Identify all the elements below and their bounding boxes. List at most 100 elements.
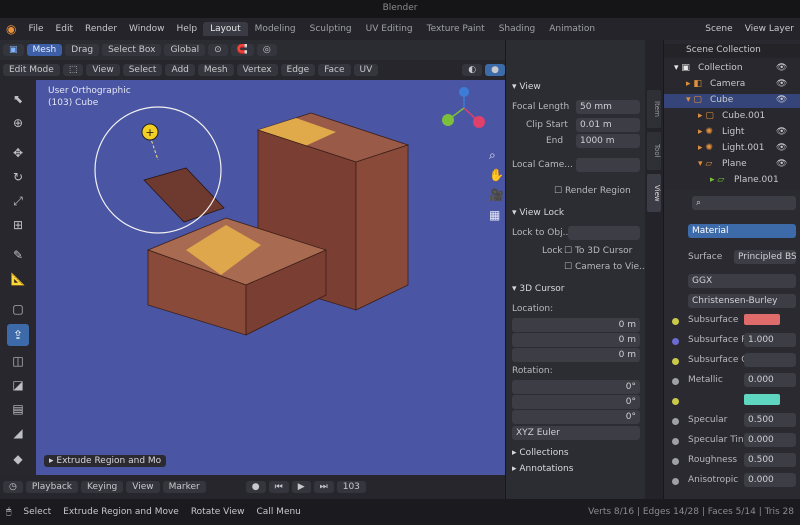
- outliner-item-cube[interactable]: ▾ ▢ Cube 👁: [664, 94, 800, 108]
- mode-mesh-button[interactable]: Mesh: [26, 44, 63, 56]
- inset-tool-icon[interactable]: ◫: [7, 350, 29, 372]
- tab-animation[interactable]: Animation: [542, 22, 602, 36]
- menu-add[interactable]: Add: [165, 64, 195, 76]
- menu-window[interactable]: Window: [123, 24, 171, 34]
- prop-row-value[interactable]: 1.000: [744, 333, 796, 347]
- lock-to-object-field[interactable]: [568, 226, 640, 240]
- timeline-view-menu[interactable]: View: [126, 481, 160, 493]
- eye-icon[interactable]: 👁: [776, 159, 787, 169]
- material-slot[interactable]: Material: [688, 224, 796, 238]
- knife-tool-icon[interactable]: ◢: [7, 422, 29, 444]
- overlay-icon[interactable]: ◐: [462, 64, 483, 76]
- menu-help[interactable]: Help: [171, 24, 204, 34]
- prop-row-value[interactable]: 0.500: [744, 453, 796, 467]
- collections-section-header[interactable]: ▸ Collections: [512, 448, 569, 458]
- operator-panel[interactable]: ▸ Extrude Region and Mo: [44, 455, 167, 467]
- menu-edge[interactable]: Edge: [280, 64, 316, 76]
- tab-modeling[interactable]: Modeling: [248, 22, 303, 36]
- rotation-y-field[interactable]: 0°: [512, 395, 640, 409]
- drag-select[interactable]: Drag: [65, 44, 100, 56]
- pan-hand-icon[interactable]: ✋: [489, 168, 504, 182]
- menu-render[interactable]: Render: [79, 24, 123, 34]
- extrude-tool-icon[interactable]: ⇪: [7, 324, 29, 346]
- menu-uv[interactable]: UV: [353, 64, 379, 76]
- tab-uv-editing[interactable]: UV Editing: [359, 22, 420, 36]
- eye-icon[interactable]: 👁: [776, 143, 787, 153]
- menu-select[interactable]: Select: [122, 64, 163, 76]
- render-region-checkbox[interactable]: ☐ Render Region: [554, 186, 631, 196]
- outliner-item-plane[interactable]: ▾ ▱ Plane 👁: [664, 158, 800, 172]
- properties-search-input[interactable]: ⌕: [692, 196, 796, 210]
- shading-solid-icon[interactable]: ●: [485, 64, 505, 76]
- location-x-field[interactable]: 0 m: [512, 318, 640, 332]
- prop-row-value[interactable]: 0.000: [744, 433, 796, 447]
- measure-tool-icon[interactable]: 📐: [7, 268, 29, 290]
- proportional-icon[interactable]: ◎: [256, 44, 277, 56]
- prop-row-value[interactable]: [744, 353, 796, 367]
- menu-view[interactable]: View: [86, 64, 120, 76]
- surface-shader-dropdown[interactable]: Principled BSDF: [734, 250, 796, 264]
- menu-mesh[interactable]: Mesh: [197, 64, 234, 76]
- jump-start-icon[interactable]: ⏮: [268, 481, 289, 493]
- tab-tool[interactable]: Tool: [647, 132, 661, 170]
- eye-icon[interactable]: 👁: [776, 127, 787, 137]
- marker-menu[interactable]: Marker: [162, 481, 206, 493]
- menu-vertex[interactable]: Vertex: [236, 64, 278, 76]
- poly-build-tool-icon[interactable]: ◆: [7, 448, 29, 470]
- outliner-item-collection[interactable]: ▾ ▣ Collection 👁: [664, 62, 800, 76]
- edit-mode-dropdown[interactable]: Edit Mode: [3, 64, 60, 76]
- annotations-section-header[interactable]: ▸ Annotations: [512, 464, 573, 474]
- subsurface-method-dropdown[interactable]: Christensen-Burley: [688, 294, 796, 308]
- tab-shading[interactable]: Shading: [492, 22, 543, 36]
- prop-row-value[interactable]: 0.000: [744, 373, 796, 387]
- menu-edit[interactable]: Edit: [50, 24, 79, 34]
- local-camera-field[interactable]: [576, 158, 640, 172]
- bevel-tool-icon[interactable]: ◪: [7, 374, 29, 396]
- loop-cut-tool-icon[interactable]: ▤: [7, 398, 29, 420]
- subsurface-color-swatch[interactable]: [744, 314, 780, 325]
- view-layer-selector[interactable]: View Layer: [739, 24, 800, 34]
- rotate-tool-icon[interactable]: ↻: [7, 166, 29, 188]
- play-icon[interactable]: ▶: [291, 481, 311, 493]
- outliner-item-cube-001[interactable]: ▸ ▢ Cube.001: [664, 110, 800, 124]
- editor-type-icon[interactable]: ▣: [3, 44, 24, 56]
- playback-menu[interactable]: Playback: [25, 481, 79, 493]
- focal-length-field[interactable]: 50 mm: [576, 100, 640, 114]
- distribution-dropdown[interactable]: GGX: [688, 274, 796, 288]
- cursor-tool-icon[interactable]: ⊕: [7, 112, 29, 134]
- snap-icon[interactable]: 🧲: [230, 44, 254, 56]
- outliner-item-light-001[interactable]: ▸ ✺ Light.001 👁: [664, 142, 800, 156]
- select-cursor-icon[interactable]: ⬉: [7, 88, 29, 110]
- location-y-field[interactable]: 0 m: [512, 333, 640, 347]
- clip-start-field[interactable]: 0.01 m: [576, 118, 640, 132]
- blender-logo-icon[interactable]: ◉: [0, 22, 22, 36]
- current-frame-field[interactable]: 103: [336, 481, 366, 493]
- lock-camera-checkbox[interactable]: ☐ Camera to Vie...: [564, 262, 646, 272]
- transform-tool-icon[interactable]: ⊞: [7, 214, 29, 236]
- annotate-tool-icon[interactable]: ✎: [7, 244, 29, 266]
- prop-row-value[interactable]: 0.000: [744, 473, 796, 487]
- tab-sculpting[interactable]: Sculpting: [303, 22, 359, 36]
- outliner-item-plane-001[interactable]: ▸ ▱ Plane.001: [664, 174, 800, 188]
- timeline-editor-icon[interactable]: ◷: [3, 481, 23, 493]
- eye-icon[interactable]: 👁: [776, 79, 787, 89]
- 3d-viewport[interactable]: User Orthographic (103) Cube + ⌕ ✋ 🎥 ▦ ▸…: [36, 80, 505, 475]
- location-z-field[interactable]: 0 m: [512, 348, 640, 362]
- keying-menu[interactable]: Keying: [81, 481, 124, 493]
- pivot-icon[interactable]: ⊙: [208, 44, 228, 56]
- rotation-mode-dropdown[interactable]: XYZ Euler: [512, 426, 640, 440]
- select-box-dropdown[interactable]: Select Box: [102, 44, 162, 56]
- scene-selector[interactable]: Scene: [699, 24, 738, 34]
- base-color-swatch[interactable]: [744, 394, 780, 405]
- rotation-x-field[interactable]: 0°: [512, 380, 640, 394]
- scale-tool-icon[interactable]: ⤢: [7, 190, 29, 212]
- menu-file[interactable]: File: [22, 24, 49, 34]
- view-lock-section-header[interactable]: ▾ View Lock: [512, 208, 564, 218]
- eye-icon[interactable]: 👁: [776, 95, 787, 105]
- view-section-header[interactable]: ▾ View: [512, 82, 541, 92]
- clip-end-field[interactable]: 1000 m: [576, 134, 640, 148]
- outliner-item-light[interactable]: ▸ ✺ Light 👁: [664, 126, 800, 140]
- record-icon[interactable]: ●: [245, 481, 266, 493]
- move-tool-icon[interactable]: ✥: [7, 142, 29, 164]
- tab-layout[interactable]: Layout: [203, 22, 248, 36]
